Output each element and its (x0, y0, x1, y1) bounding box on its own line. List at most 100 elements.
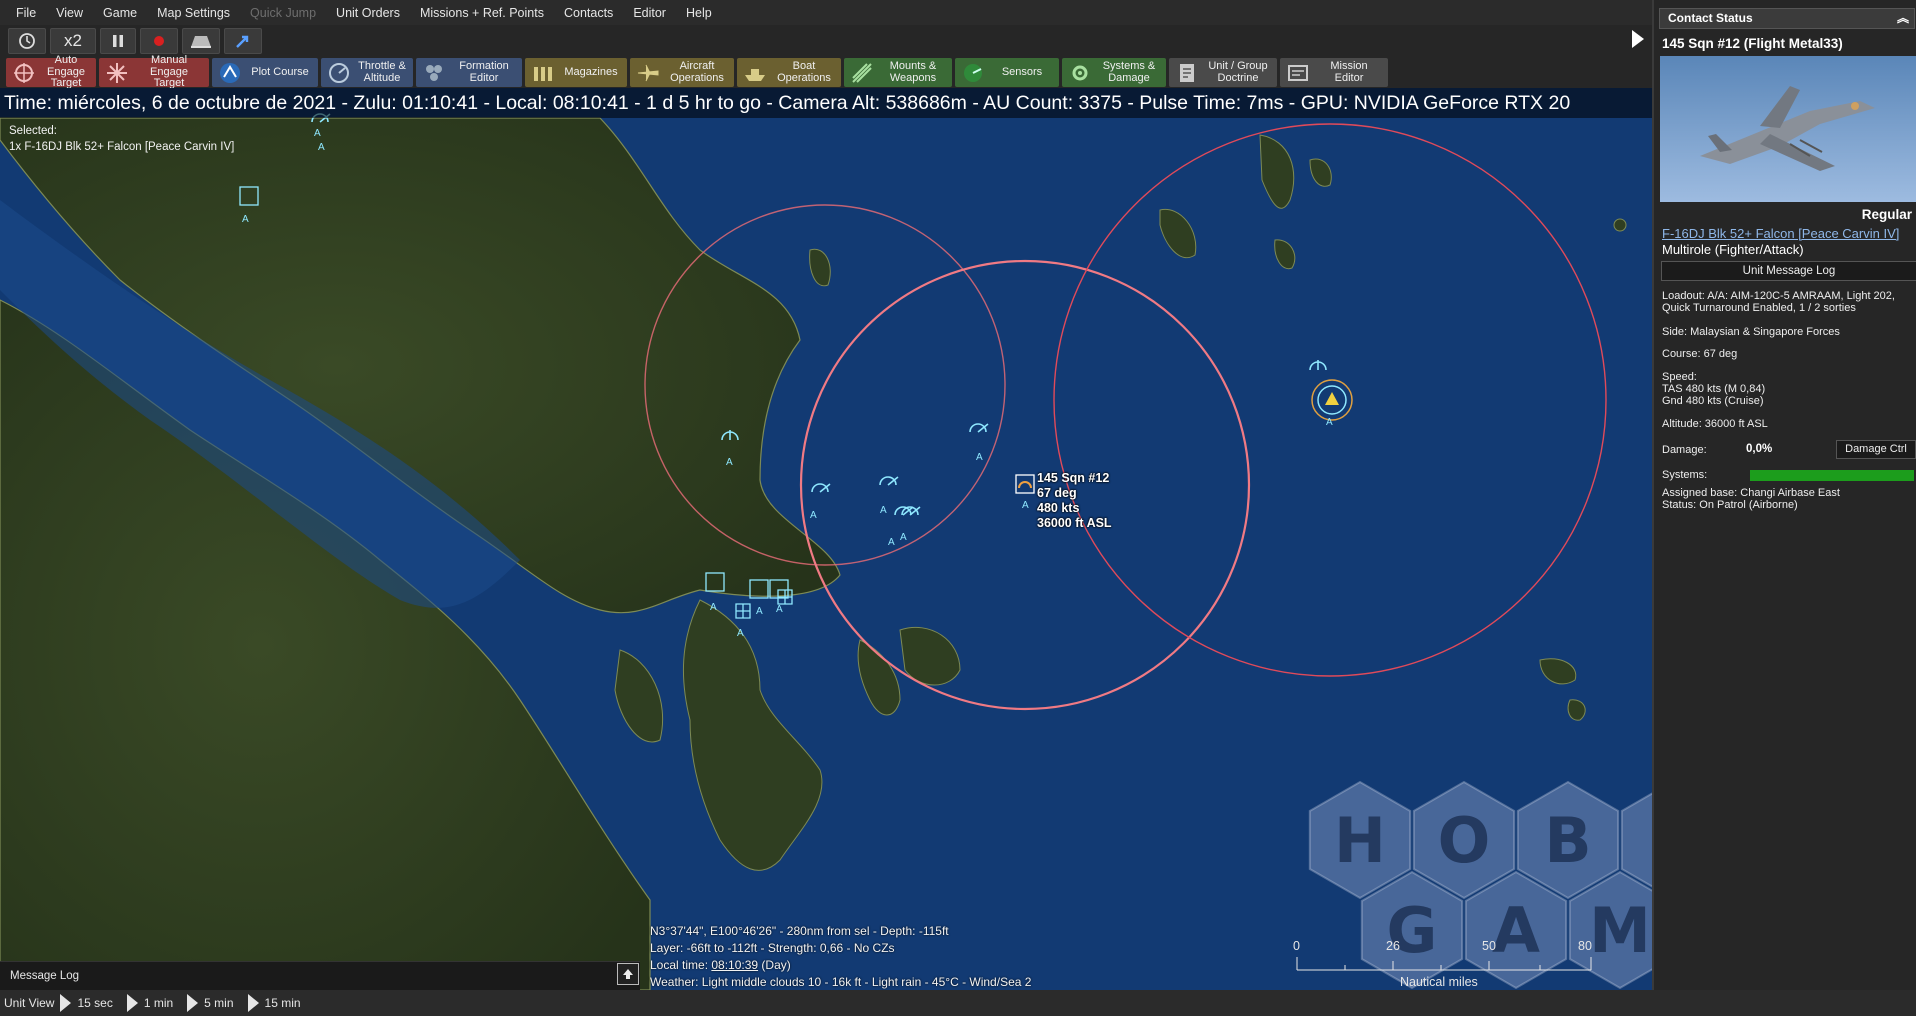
time-step-15-sec-button[interactable]: 15 sec (60, 994, 122, 1012)
message-log-bar[interactable]: Message Log (0, 961, 640, 990)
pause-button[interactable] (100, 28, 136, 54)
menu-help[interactable]: Help (676, 6, 722, 20)
scale-tick-50: 50 (1482, 939, 1496, 953)
unit-data-label: 145 Sqn #12 67 deg 480 kts 36000 ft ASL (1037, 471, 1112, 531)
svg-text:A: A (318, 142, 325, 153)
menu-game[interactable]: Game (93, 6, 147, 20)
svg-text:A: A (900, 532, 907, 543)
command-label: Formation Editor (459, 60, 509, 84)
watermark-letter: M (1589, 894, 1651, 967)
svg-text:A: A (314, 128, 321, 139)
loadout-line-1: Loadout: A/A: AIM-120C-5 AMRAAM, Light 2… (1662, 290, 1895, 302)
jump-button[interactable] (224, 28, 262, 54)
throttle-altitude-button[interactable]: Throttle & Altitude (321, 58, 413, 87)
unit-class-link[interactable]: F-16DJ Blk 52+ Falcon [Peace Carvin IV] (1662, 226, 1899, 241)
play-triangle-icon (126, 994, 138, 1012)
cursor-position: N3°37'44", E100°46'26" - 280nm from sel … (650, 924, 949, 938)
message-log-expand-button[interactable] (617, 963, 639, 985)
unit-label-altitude: 36000 ft ASL (1037, 516, 1112, 530)
panel-toggle-arrow-icon[interactable] (1628, 24, 1648, 54)
command-label: Aircraft Operations (670, 60, 724, 84)
selected-unit-info: Selected: 1x F-16DJ Blk 52+ Falcon [Peac… (9, 123, 234, 155)
collapse-chevron-icon[interactable]: ︽ (1897, 9, 1909, 28)
altitude-info: Altitude: 36000 ft ASL (1662, 418, 1768, 430)
formation-editor-button[interactable]: Formation Editor (416, 58, 522, 87)
contact-status-header[interactable]: Contact Status ︽ (1659, 8, 1915, 29)
f16-photo-image (1660, 56, 1916, 202)
manual-engage-target-button[interactable]: Manual Engage Target (99, 55, 209, 89)
contact-name: 145 Sqn #12 (Flight Metal33) (1662, 36, 1843, 51)
time-step-buttons: 15 sec 1 min 5 min 15 min (60, 994, 310, 1012)
arrow-jump-icon (236, 35, 249, 48)
time-step-1-min-button[interactable]: 1 min (126, 994, 183, 1012)
command-label: Unit / Group Doctrine (1208, 60, 1268, 84)
time-toolbar: x2 (0, 25, 1652, 57)
time-compression-button[interactable]: x2 (50, 28, 96, 54)
speed-gnd: Gnd 480 kts (Cruise) (1662, 395, 1764, 407)
mission-editor-icon (1288, 64, 1308, 81)
mission-editor-button[interactable]: Mission Editor (1280, 58, 1388, 87)
svg-text:A: A (710, 602, 717, 613)
unit-label-speed: 480 kts (1037, 501, 1080, 515)
time-step-5-min-button[interactable]: 5 min (187, 994, 243, 1012)
record-button[interactable] (140, 28, 178, 54)
bridge-button[interactable] (182, 28, 220, 54)
svg-text:A: A (726, 457, 733, 468)
menu-contacts[interactable]: Contacts (554, 6, 623, 20)
unit-group-doctrine-button[interactable]: Unit / Group Doctrine (1169, 58, 1277, 87)
boat-operations-button[interactable]: Boat Operations (737, 58, 841, 87)
command-label: Sensors (1001, 65, 1043, 78)
app-window: File View Game Map Settings Quick Jump Unit O… (0, 0, 1916, 1016)
selected-unit: 1x F-16DJ Blk 52+ Falcon [Peace Carvin I… (9, 141, 235, 153)
command-label: Auto Engage Target (47, 54, 85, 90)
command-label: Mission Editor (1330, 60, 1368, 84)
loadout-line-2: Quick Turnaround Enabled, 1 / 2 sorties (1662, 302, 1856, 314)
bottom-bar: Unit View 15 sec 1 min 5 min 15 min (0, 990, 1916, 1016)
play-triangle-icon (247, 994, 259, 1012)
systems-status-bar (1750, 470, 1914, 481)
damage-control-button[interactable]: Damage Ctrl (1836, 440, 1916, 459)
scale-tick-26: 26 (1386, 939, 1400, 953)
time-step-15-min-button[interactable]: 15 min (247, 994, 311, 1012)
menu-editor[interactable]: Editor (623, 6, 676, 20)
play-triangle-icon (187, 994, 199, 1012)
mounts-weapons-button[interactable]: Mounts & Weapons (844, 58, 952, 87)
throttle-icon (329, 62, 349, 83)
damage-value: 0,0% (1746, 443, 1773, 455)
scale-tick-80: 80 (1578, 939, 1592, 953)
menu-missions-ref-points[interactable]: Missions + Ref. Points (410, 6, 554, 20)
cursor-local-time: Local time: 08:10:39 (Day) (650, 958, 791, 972)
sensors-button[interactable]: Sensors (955, 58, 1059, 87)
menu-unit-orders[interactable]: Unit Orders (326, 6, 410, 20)
command-label: Boat Operations (777, 60, 831, 84)
menu-view[interactable]: View (46, 6, 93, 20)
systems-damage-icon (1072, 65, 1088, 80)
clock-icon (19, 33, 35, 49)
unit-label-name: 145 Sqn #12 (1037, 471, 1110, 485)
menu-map-settings[interactable]: Map Settings (147, 6, 240, 20)
plot-course-button[interactable]: Plot Course (212, 58, 318, 87)
watermark-letter: B (1544, 804, 1591, 877)
svg-text:A: A (756, 606, 763, 617)
unit-message-log-button[interactable]: Unit Message Log (1661, 261, 1916, 281)
auto-engage-target-button[interactable]: Auto Engage Target (6, 54, 96, 90)
aircraft-photo (1660, 56, 1916, 202)
clock-button[interactable] (8, 28, 46, 54)
svg-text:A: A (776, 604, 783, 615)
cursor-weather: Weather: Light middle clouds 10 - 16k ft… (650, 975, 1032, 989)
assigned-base: Assigned base: Changi Airbase East (1662, 487, 1840, 499)
systems-damage-button[interactable]: Systems & Damage (1062, 58, 1166, 87)
menu-bar: File View Game Map Settings Quick Jump Unit O… (0, 0, 1652, 25)
play-triangle-icon (60, 994, 72, 1012)
unit-view-label: Unit View (4, 996, 55, 1010)
damage-label: Damage: (1662, 444, 1707, 456)
aircraft-operations-button[interactable]: Aircraft Operations (630, 58, 734, 87)
selected-title: Selected: (9, 125, 57, 137)
svg-text:A: A (737, 628, 744, 639)
magazines-button[interactable]: Magazines (525, 58, 627, 87)
contact-status-panel: Contact Status ︽ 145 Sqn #12 (Flight Met… (1652, 0, 1916, 990)
menu-file[interactable]: File (6, 6, 46, 20)
arrow-up-icon (623, 969, 633, 979)
scale-label: Nautical miles (1400, 975, 1478, 989)
command-label: Throttle & Altitude (358, 60, 406, 84)
